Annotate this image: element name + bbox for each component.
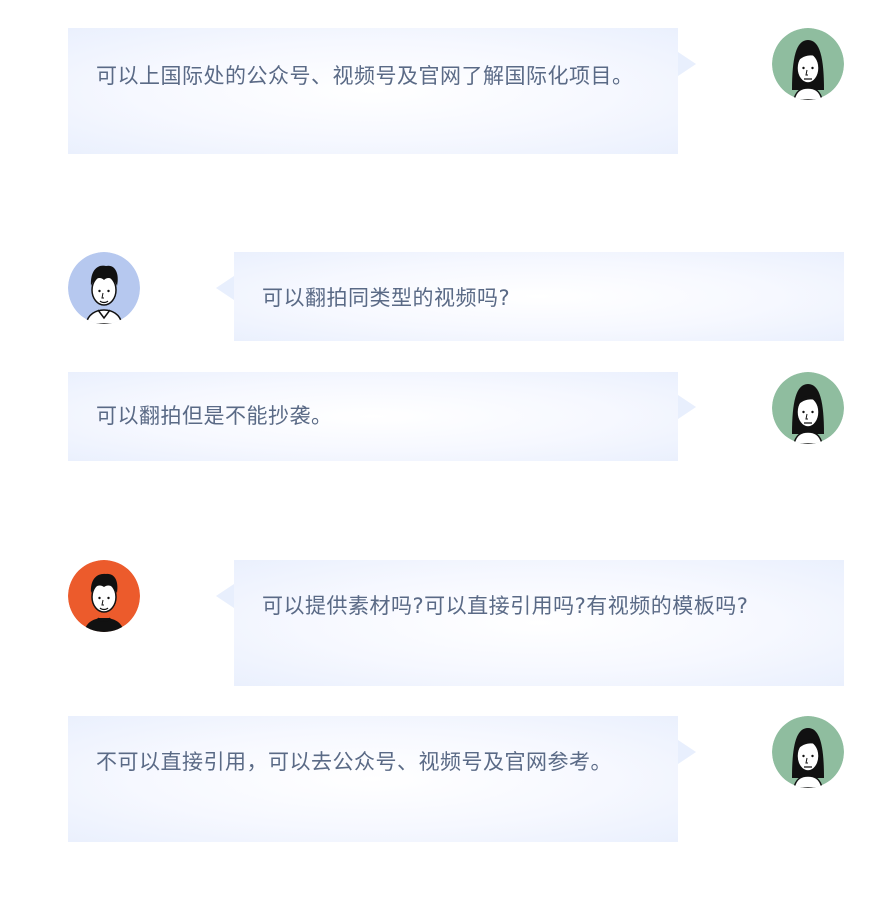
message-text: 可以翻拍同类型的视频吗? bbox=[262, 286, 511, 310]
message-text: 可以翻拍但是不能抄袭。 bbox=[96, 404, 333, 428]
bubble-tail bbox=[216, 584, 234, 608]
message-text: 不可以直接引用，可以去公众号、视频号及官网参考。 bbox=[96, 750, 612, 774]
bubble-tail bbox=[678, 52, 696, 76]
woman-avatar-icon bbox=[772, 716, 844, 788]
chat-bubble-answer-2: 可以翻拍但是不能抄袭。 bbox=[68, 372, 678, 461]
message-text: 可以提供素材吗?可以直接引用吗?有视频的模板吗? bbox=[262, 594, 749, 618]
bubble-tail bbox=[678, 740, 696, 764]
man-avatar-icon bbox=[68, 560, 140, 632]
woman-avatar-icon bbox=[772, 28, 844, 100]
chat-bubble-question-1: 可以翻拍同类型的视频吗? bbox=[234, 252, 844, 341]
bubble-tail bbox=[678, 395, 696, 419]
bubble-tail bbox=[216, 276, 234, 300]
message-text: 可以上国际处的公众号、视频号及官网了解国际化项目。 bbox=[96, 64, 634, 88]
chat-bubble-answer-3: 不可以直接引用，可以去公众号、视频号及官网参考。 bbox=[68, 716, 678, 842]
chat-bubble-question-2: 可以提供素材吗?可以直接引用吗?有视频的模板吗? bbox=[234, 560, 844, 686]
man-avatar-icon bbox=[68, 252, 140, 324]
chat-bubble-answer-1: 可以上国际处的公众号、视频号及官网了解国际化项目。 bbox=[68, 28, 678, 154]
woman-avatar-icon bbox=[772, 372, 844, 444]
